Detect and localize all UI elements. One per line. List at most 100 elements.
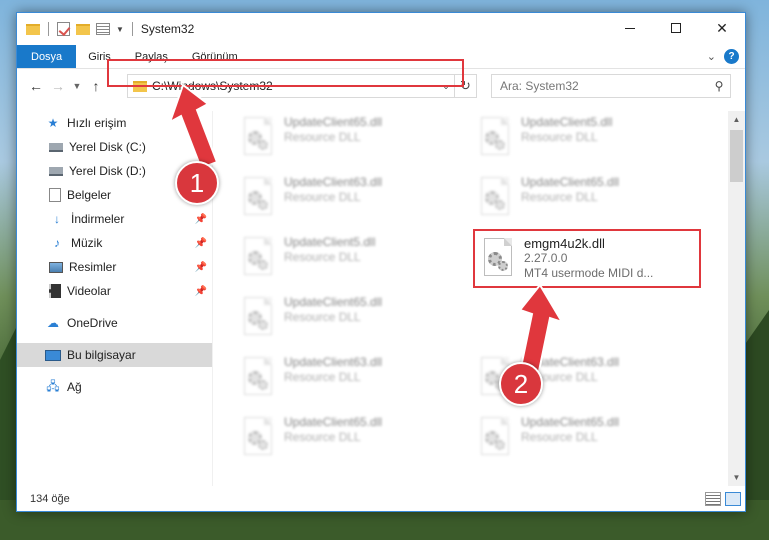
file-type: Resource DLL (521, 190, 598, 204)
maximize-icon (671, 23, 681, 33)
help-icon[interactable]: ? (724, 49, 739, 64)
file-highlight-box (473, 229, 701, 288)
file-item[interactable]: UpdateClient65.dll Resource DLL (477, 411, 702, 465)
file-name: UpdateClient65.dll (521, 175, 620, 189)
sidebar-item-label: Müzik (71, 236, 103, 250)
sidebar-item-label: Hızlı erişim (67, 116, 127, 130)
file-item[interactable]: UpdateClient63.dll Resource DLL (240, 351, 465, 405)
recent-locations-chevron-icon[interactable]: ▼ (69, 81, 85, 91)
drive-icon (49, 166, 63, 176)
item-count: 134 öğe (30, 493, 70, 505)
close-button[interactable]: ✕ (699, 13, 745, 43)
file-type: Resource DLL (284, 250, 361, 264)
status-bar: 134 öğe (17, 487, 745, 511)
file-item[interactable]: UpdateClient65.dll Resource DLL (240, 291, 465, 345)
file-name: UpdateClient65.dll (284, 115, 383, 129)
scroll-down-arrow-icon[interactable]: ▼ (728, 469, 745, 486)
file-list: UpdateClient65.dll Resource DLL UpdateCli… (222, 111, 728, 486)
sidebar-item-music[interactable]: ♪ Müzik 📌 (17, 231, 212, 255)
download-icon: ↓ (54, 212, 60, 226)
expand-ribbon-icon[interactable]: ⌄ (707, 50, 716, 63)
file-name: UpdateClient65.dll (521, 415, 620, 429)
file-item[interactable]: UpdateClient5.dll Resource DLL (477, 111, 702, 165)
quick-access-toolbar: ▼ (17, 22, 135, 36)
file-type: Resource DLL (284, 130, 361, 144)
sidebar-item-label: Videolar (67, 284, 111, 298)
dll-file-icon (240, 295, 278, 341)
cloud-icon: ☁ (47, 316, 59, 330)
step-marker-1: 1 (175, 161, 219, 205)
search-input[interactable] (500, 79, 708, 93)
sidebar-item-videos[interactable]: Videolar 📌 (17, 279, 212, 303)
sidebar-item-pictures[interactable]: Resimler 📌 (17, 255, 212, 279)
dll-file-icon (477, 115, 515, 161)
customize-toolbar-icon[interactable] (96, 23, 110, 35)
sidebar-item-downloads[interactable]: ↓ İndirmeler 📌 (17, 207, 212, 231)
sidebar-item-label: İndirmeler (71, 212, 125, 226)
sidebar-item-label: Yerel Disk (D:) (69, 164, 146, 178)
details-view-icon[interactable] (705, 492, 721, 506)
toolbar-divider (131, 22, 133, 36)
file-type: Resource DLL (284, 430, 361, 444)
music-icon: ♪ (54, 236, 60, 250)
file-name: UpdateClient65.dll (284, 295, 383, 309)
sidebar-item-local-disk-c[interactable]: Yerel Disk (C:) 📌 (17, 135, 212, 159)
pin-icon[interactable]: 📌 (195, 238, 207, 249)
file-item[interactable]: UpdateClient63.dll Resource DLL (240, 171, 465, 225)
file-type: Resource DLL (521, 430, 598, 444)
sidebar-item-label: Resimler (69, 260, 117, 274)
minimize-button[interactable] (607, 13, 653, 43)
videos-icon (49, 284, 61, 298)
scroll-up-arrow-icon[interactable]: ▲ (728, 111, 745, 128)
sidebar-item-this-pc[interactable]: Bu bilgisayar (17, 343, 212, 367)
pin-icon[interactable]: 📌 (195, 262, 207, 273)
properties-checkmark-icon[interactable] (57, 22, 70, 36)
address-highlight-box (107, 59, 464, 87)
file-name: UpdateClient63.dll (284, 175, 383, 189)
file-item[interactable]: UpdateClient65.dll Resource DLL (240, 411, 465, 465)
dll-file-icon (240, 175, 278, 221)
pin-icon[interactable]: 📌 (195, 142, 207, 153)
sidebar-item-label: Yerel Disk (C:) (69, 140, 146, 154)
back-arrow-icon[interactable]: ← (25, 78, 47, 94)
sidebar-item-label: Ağ (67, 380, 82, 394)
network-icon: 🖧 (46, 378, 60, 393)
dll-file-icon (477, 415, 515, 461)
maximize-button[interactable] (653, 13, 699, 43)
window-title: System32 (140, 22, 195, 36)
close-icon: ✕ (716, 19, 728, 36)
star-icon: ★ (47, 116, 59, 130)
dll-file-icon (240, 415, 278, 461)
folder-icon (26, 23, 40, 35)
dll-file-icon (240, 115, 278, 161)
sidebar-item-label: OneDrive (67, 316, 118, 330)
chevron-down-icon[interactable]: ▼ (116, 25, 124, 34)
file-type: Resource DLL (284, 310, 361, 324)
file-name: UpdateClient5.dll (521, 115, 613, 129)
sidebar-item-onedrive[interactable]: ☁ OneDrive (17, 311, 212, 335)
file-item[interactable]: UpdateClient5.dll Resource DLL (240, 231, 465, 285)
up-arrow-icon[interactable]: ↑ (85, 78, 107, 94)
sidebar-item-quick-access[interactable]: ★ Hızlı erişim (17, 111, 212, 135)
title-bar: ▼ System32 ✕ (17, 13, 745, 45)
sidebar-item-label: Belgeler (67, 188, 112, 202)
scrollbar-thumb[interactable] (730, 130, 743, 182)
file-item[interactable]: UpdateClient65.dll Resource DLL (477, 171, 702, 225)
view-switcher (705, 492, 741, 506)
vertical-scrollbar[interactable]: ▲ ▼ (728, 111, 745, 486)
file-item[interactable]: UpdateClient65.dll Resource DLL (240, 111, 465, 165)
file-type: Resource DLL (521, 130, 598, 144)
large-icons-view-icon[interactable] (725, 492, 741, 506)
window-controls: ✕ (607, 13, 745, 43)
new-folder-icon[interactable] (76, 23, 90, 35)
sidebar-item-network[interactable]: 🖧 Ağ (17, 375, 212, 399)
search-icon[interactable]: ⚲ (708, 79, 730, 93)
tab-file[interactable]: Dosya (17, 45, 77, 68)
pin-icon[interactable]: 📌 (195, 286, 207, 297)
file-type: Resource DLL (284, 370, 361, 384)
search-box[interactable]: ⚲ (491, 74, 731, 98)
pin-icon[interactable]: 📌 (195, 214, 207, 225)
dll-file-icon (240, 235, 278, 281)
forward-arrow-icon[interactable]: → (47, 78, 69, 94)
step-marker-2: 2 (499, 362, 543, 406)
